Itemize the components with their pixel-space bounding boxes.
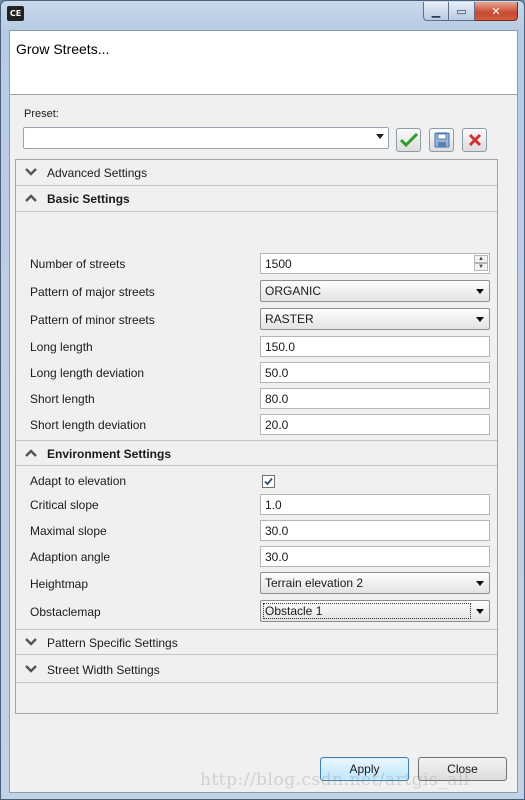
dialog-client: Grow Streets... Preset: Advanced Setting… xyxy=(9,30,518,793)
section-environment-settings[interactable]: Environment Settings xyxy=(16,440,497,466)
title-bar[interactable]: CE ▁ ▭ ✕ xyxy=(1,1,524,27)
minor-pattern-label: Pattern of minor streets xyxy=(30,313,155,327)
app-logo-icon: CE xyxy=(7,6,24,21)
section-title: Street Width Settings xyxy=(47,663,160,677)
preset-dropdown[interactable] xyxy=(23,127,389,149)
adaption-angle-label: Adaption angle xyxy=(30,550,111,564)
section-title: Pattern Specific Settings xyxy=(47,636,178,650)
adaption-angle-input[interactable]: 30.0 xyxy=(260,546,490,567)
save-icon xyxy=(434,132,449,148)
save-preset-button[interactable] xyxy=(429,128,454,152)
short-length-input[interactable]: 80.0 xyxy=(260,388,490,409)
checkmark-icon xyxy=(399,133,418,147)
chevron-down-icon xyxy=(476,581,484,586)
obstaclemap-value: Obstacle 1 xyxy=(265,604,323,618)
preset-label: Preset: xyxy=(24,108,59,120)
settings-panel: Advanced Settings Basic Settings Number … xyxy=(15,159,498,714)
minimize-button[interactable]: ▁ xyxy=(423,2,449,21)
chevron-up-icon xyxy=(25,194,37,202)
chevron-up-icon xyxy=(25,449,37,457)
adapt-to-elevation-checkbox[interactable] xyxy=(262,475,275,488)
short-length-label: Short length xyxy=(30,392,95,406)
section-pattern-specific-settings[interactable]: Pattern Specific Settings xyxy=(16,629,497,655)
section-title: Basic Settings xyxy=(47,192,130,206)
dialog-header: Grow Streets... xyxy=(10,31,517,95)
apply-preset-button[interactable] xyxy=(396,128,421,152)
stepper-up-icon[interactable]: ▲ xyxy=(474,255,488,263)
dialog-title: Grow Streets... xyxy=(16,41,110,57)
maximize-button[interactable]: ▭ xyxy=(449,2,475,21)
long-length-label: Long length xyxy=(30,340,93,354)
section-title: Advanced Settings xyxy=(47,166,148,180)
obstaclemap-label: Obstaclemap xyxy=(30,605,101,619)
section-basic-settings[interactable]: Basic Settings xyxy=(16,186,497,212)
number-of-streets-input[interactable]: 1500 ▲ ▼ xyxy=(260,253,490,274)
dialog-window: CE ▁ ▭ ✕ Grow Streets... Preset: Advance… xyxy=(0,0,525,800)
chevron-down-icon xyxy=(376,134,384,139)
heightmap-value: Terrain elevation 2 xyxy=(265,576,364,590)
chevron-down-icon xyxy=(476,317,484,322)
window-controls: ▁ ▭ ✕ xyxy=(423,2,518,21)
delete-preset-button[interactable] xyxy=(462,128,487,152)
close-window-button[interactable]: ✕ xyxy=(475,2,518,21)
short-length-deviation-input[interactable]: 20.0 xyxy=(260,414,490,435)
long-length-input[interactable]: 150.0 xyxy=(260,336,490,357)
chevron-down-icon xyxy=(25,168,37,176)
heightmap-dropdown[interactable]: Terrain elevation 2 xyxy=(260,572,490,594)
minor-pattern-dropdown[interactable]: RASTER xyxy=(260,308,490,330)
chevron-down-icon xyxy=(25,638,37,646)
chevron-down-icon xyxy=(476,609,484,614)
delete-x-icon xyxy=(468,133,481,147)
major-pattern-dropdown[interactable]: ORGANIC xyxy=(260,280,490,302)
chevron-down-icon xyxy=(25,665,37,673)
watermark-text: http://blog.csdn.net/artgis_all xyxy=(200,770,470,790)
critical-slope-input[interactable]: 1.0 xyxy=(260,494,490,515)
quantity-stepper[interactable]: ▲ ▼ xyxy=(474,255,488,272)
checkmark-icon xyxy=(264,477,273,486)
stepper-down-icon[interactable]: ▼ xyxy=(474,263,488,271)
maximal-slope-label: Maximal slope xyxy=(30,524,107,538)
number-of-streets-value: 1500 xyxy=(265,257,292,271)
major-pattern-label: Pattern of major streets xyxy=(30,285,155,299)
section-advanced-settings[interactable]: Advanced Settings xyxy=(16,160,497,186)
short-length-deviation-label: Short length deviation xyxy=(30,418,147,432)
critical-slope-label: Critical slope xyxy=(30,498,99,512)
major-pattern-value: ORGANIC xyxy=(265,284,322,298)
long-length-deviation-label: Long length deviation xyxy=(30,366,145,380)
adapt-to-elevation-label: Adapt to elevation xyxy=(30,474,127,488)
long-length-deviation-input[interactable]: 50.0 xyxy=(260,362,490,383)
section-street-width-settings[interactable]: Street Width Settings xyxy=(16,657,497,683)
chevron-down-icon xyxy=(476,289,484,294)
section-title: Environment Settings xyxy=(47,447,172,461)
number-of-streets-label: Number of streets xyxy=(30,257,126,271)
heightmap-label: Heightmap xyxy=(30,577,89,591)
minor-pattern-value: RASTER xyxy=(265,312,314,326)
maximal-slope-input[interactable]: 30.0 xyxy=(260,520,490,541)
obstaclemap-dropdown[interactable]: Obstacle 1 xyxy=(260,600,490,622)
